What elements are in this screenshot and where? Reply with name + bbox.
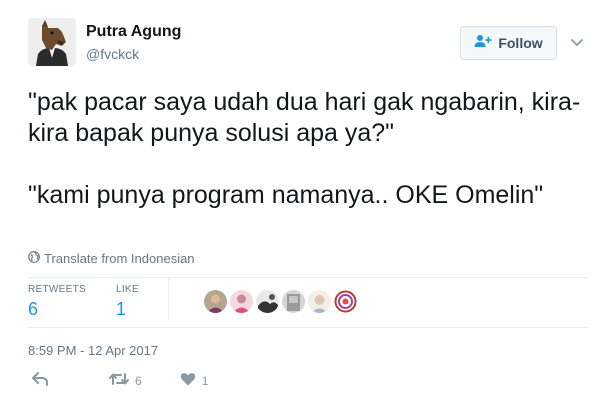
likes-label: LIKE (115, 284, 139, 295)
tweet-stats: RETWEETS 6 LIKE 1 (28, 284, 169, 324)
likes-count: 1 (115, 299, 126, 319)
reply-icon (32, 371, 48, 391)
stats-separator (168, 278, 169, 320)
chevron-down-icon (571, 34, 583, 52)
retweet-button[interactable]: 6 (109, 372, 142, 391)
translate-link[interactable]: Translate from Indonesian (28, 251, 195, 266)
tweet-actions: 6 1 (28, 370, 208, 392)
reply-button[interactable] (32, 371, 48, 391)
more-menu-button[interactable] (568, 36, 586, 50)
retweets-label: RETWEETS (28, 284, 86, 295)
like-count: 1 (201, 374, 209, 388)
add-user-icon (474, 34, 492, 53)
follow-button[interactable]: Follow (460, 26, 557, 60)
liker-avatar[interactable] (256, 290, 279, 313)
user-name[interactable]: Putra Agung (86, 23, 181, 41)
tweet-paragraph: "pak pacar saya udah dua hari gak ngabar… (28, 88, 581, 147)
liker-avatar[interactable] (204, 290, 227, 313)
tweet-text: "pak pacar saya udah dua hari gak ngabar… (28, 87, 588, 211)
avatar[interactable] (28, 18, 76, 66)
heart-icon (180, 372, 196, 391)
liker-avatar[interactable] (308, 290, 331, 313)
globe-icon (28, 251, 40, 266)
like-button[interactable]: 1 (180, 372, 209, 391)
likes-stat[interactable]: LIKE 1 (116, 284, 139, 324)
retweet-count: 6 (135, 374, 142, 388)
divider (28, 277, 588, 278)
user-handle[interactable]: @fvckck (86, 46, 139, 62)
retweets-stat[interactable]: RETWEETS 6 (28, 284, 86, 324)
retweet-icon (109, 372, 129, 391)
retweets-count: 6 (28, 299, 39, 319)
divider (28, 327, 588, 328)
tweet-timestamp[interactable]: 8:59 PM - 12 Apr 2017 (28, 343, 158, 358)
follow-button-label: Follow (498, 35, 543, 51)
translate-label: Translate from Indonesian (44, 251, 195, 266)
liker-avatars (204, 290, 357, 313)
liker-avatar[interactable] (282, 290, 305, 313)
tweet-header: Putra Agung @fvckck Follow (28, 18, 588, 70)
liker-avatar[interactable] (230, 290, 253, 313)
liker-avatar[interactable] (334, 290, 357, 313)
tweet-paragraph: "kami punya program namanya.. OKE Omelin… (28, 181, 544, 209)
